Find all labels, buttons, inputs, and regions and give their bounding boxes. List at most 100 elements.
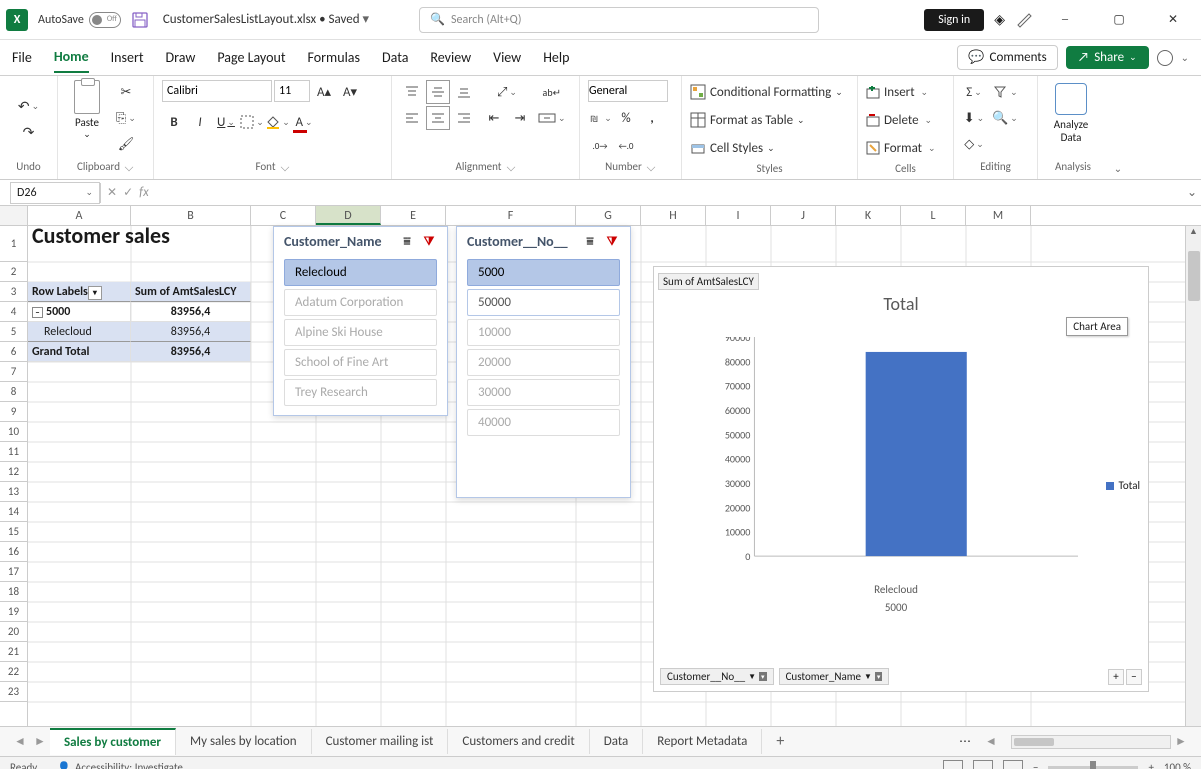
slicer-item[interactable]: Trey Research [284,379,437,406]
row-header-23[interactable]: 23 [0,682,27,702]
pivot-chart[interactable]: Sum of AmtSalesLCY Total Chart Area 9000… [653,266,1149,692]
find-select-button[interactable]: 🔍 [992,106,1018,130]
slicer-item[interactable]: 20000 [467,349,620,376]
font-color-button[interactable]: A [292,110,316,134]
autosave-toggle[interactable]: AutoSave Off [38,12,121,28]
col-header-J[interactable]: J [771,206,836,225]
number-dialog-launcher[interactable] [647,162,655,170]
chart-filter-customer-name[interactable]: Customer_Name▼ [779,668,890,685]
pivot-grand-total-value[interactable]: 83956,4 [131,342,251,362]
row-header-5[interactable]: 5 [0,322,27,342]
autosum-button[interactable]: Σ [962,80,986,104]
slicer-customer-name[interactable]: Customer_Name ⩸ ⧩ Relecloud Adatum Corpo… [273,226,448,416]
undo-button[interactable]: ↶ [17,94,41,118]
collapse-ribbon-button[interactable]: ⌄ [1114,162,1122,175]
clear-button[interactable]: ◇ [962,132,986,156]
italic-button[interactable]: I [188,110,212,134]
row-header-14[interactable]: 14 [0,502,27,522]
clear-filter-icon[interactable]: ⧩ [604,234,620,250]
border-button[interactable] [240,110,264,134]
sort-filter-button[interactable] [992,80,1018,104]
underline-button[interactable]: U [214,110,238,134]
col-header-G[interactable]: G [576,206,641,225]
normal-view-button[interactable] [943,760,963,769]
row-header-16[interactable]: 16 [0,542,27,562]
row-header-11[interactable]: 11 [0,442,27,462]
pending-updates-icon[interactable] [1015,11,1033,29]
zoom-in-button[interactable]: + [1148,761,1153,769]
pivot-val-5000[interactable]: 83956,4 [131,302,251,322]
zoom-level[interactable]: 100 % [1164,761,1191,769]
chart-filter-customer-no[interactable]: Customer__No__▼ [660,668,774,685]
decrease-font-button[interactable]: A▾ [338,80,362,104]
accessibility-status[interactable]: 👤 Accessibility: Investigate [57,761,183,769]
row-header-1[interactable]: 1 [0,226,27,262]
sheet-tab[interactable]: Report Metadata [643,729,762,754]
delete-cells-button[interactable]: Delete [866,108,932,132]
cut-button[interactable] [114,80,138,104]
row-header-15[interactable]: 15 [0,522,27,542]
bold-button[interactable]: B [162,110,186,134]
slicer-item[interactable]: 50000 [467,289,620,316]
pivot-row-labels-header[interactable]: Row Labels [28,282,131,302]
slicer-item[interactable]: Alpine Ski House [284,319,437,346]
alignment-dialog-launcher[interactable] [506,162,514,170]
align-center-button[interactable] [426,106,450,130]
row-header-10[interactable]: 10 [0,422,27,442]
orientation-button[interactable]: ⤢ [482,80,532,104]
align-right-button[interactable] [452,106,476,130]
align-middle-button[interactable] [426,80,450,104]
redo-button[interactable]: ↷ [17,120,41,144]
sheet-tab[interactable]: My sales by location [176,729,312,754]
percent-button[interactable]: % [614,106,638,130]
fx-icon[interactable]: fx [139,185,149,200]
scroll-right-button[interactable]: ► [1171,734,1191,749]
slicer-customer-no[interactable]: Customer__No__ ⩸ ⧩ 5000 50000 10000 2000… [456,226,631,498]
collapse-icon[interactable]: – [32,307,43,318]
chart-title[interactable]: Total [654,293,1148,315]
tab-page-layout[interactable]: Page Layout [217,43,285,72]
copy-button[interactable] [114,106,138,130]
comma-style-button[interactable]: , [640,106,664,130]
font-dialog-launcher[interactable] [280,162,288,170]
sheet-tabs-more[interactable]: ⋯ [949,734,981,749]
page-layout-view-button[interactable] [973,760,993,769]
pivot-grand-total-label[interactable]: Grand Total [28,342,131,362]
col-header-L[interactable]: L [901,206,966,225]
decrease-decimal-button[interactable]: ←.0 [614,134,638,158]
slicer-item[interactable]: 30000 [467,379,620,406]
font-name-select[interactable] [162,80,272,102]
tab-view[interactable]: View [493,43,521,72]
comments-button[interactable]: 💬 Comments [957,45,1057,70]
formula-input[interactable] [159,182,1183,204]
chart-bar[interactable] [866,352,967,556]
format-painter-button[interactable] [114,132,138,156]
chart-yaxis-field[interactable]: Sum of AmtSalesLCY [658,273,759,290]
cells-grid[interactable]: Customer sales Row Labels Sum of AmtSale… [28,226,1201,726]
wrap-text-button[interactable]: ab↵ [538,80,566,104]
align-bottom-button[interactable] [452,80,476,104]
slicer-item[interactable]: 10000 [467,319,620,346]
align-left-button[interactable] [400,106,424,130]
maximize-button[interactable]: ▢ [1097,5,1141,35]
tab-review[interactable]: Review [430,43,471,72]
row-header-7[interactable]: 7 [0,362,27,382]
horizontal-scrollbar[interactable] [1011,735,1171,749]
col-header-H[interactable]: H [641,206,706,225]
multi-select-icon[interactable]: ⩸ [399,234,415,250]
row-header-13[interactable]: 13 [0,482,27,502]
multi-select-icon[interactable]: ⩸ [582,234,598,250]
row-header-12[interactable]: 12 [0,462,27,482]
accounting-format-button[interactable]: ₪ [588,106,612,130]
row-header-21[interactable]: 21 [0,642,27,662]
cell-styles-button[interactable]: Cell Styles⌄ [690,136,775,160]
increase-font-button[interactable]: A▴ [312,80,336,104]
number-format-select[interactable] [588,80,668,102]
row-header-6[interactable]: 6 [0,342,27,362]
select-all-corner[interactable] [0,206,28,225]
sheet-tab[interactable]: Data [590,729,644,754]
align-top-button[interactable] [400,80,424,104]
tab-home[interactable]: Home [54,42,89,73]
add-sheet-button[interactable]: + [762,732,798,751]
search-box[interactable]: 🔍 Search (Alt+Q) [419,7,819,33]
